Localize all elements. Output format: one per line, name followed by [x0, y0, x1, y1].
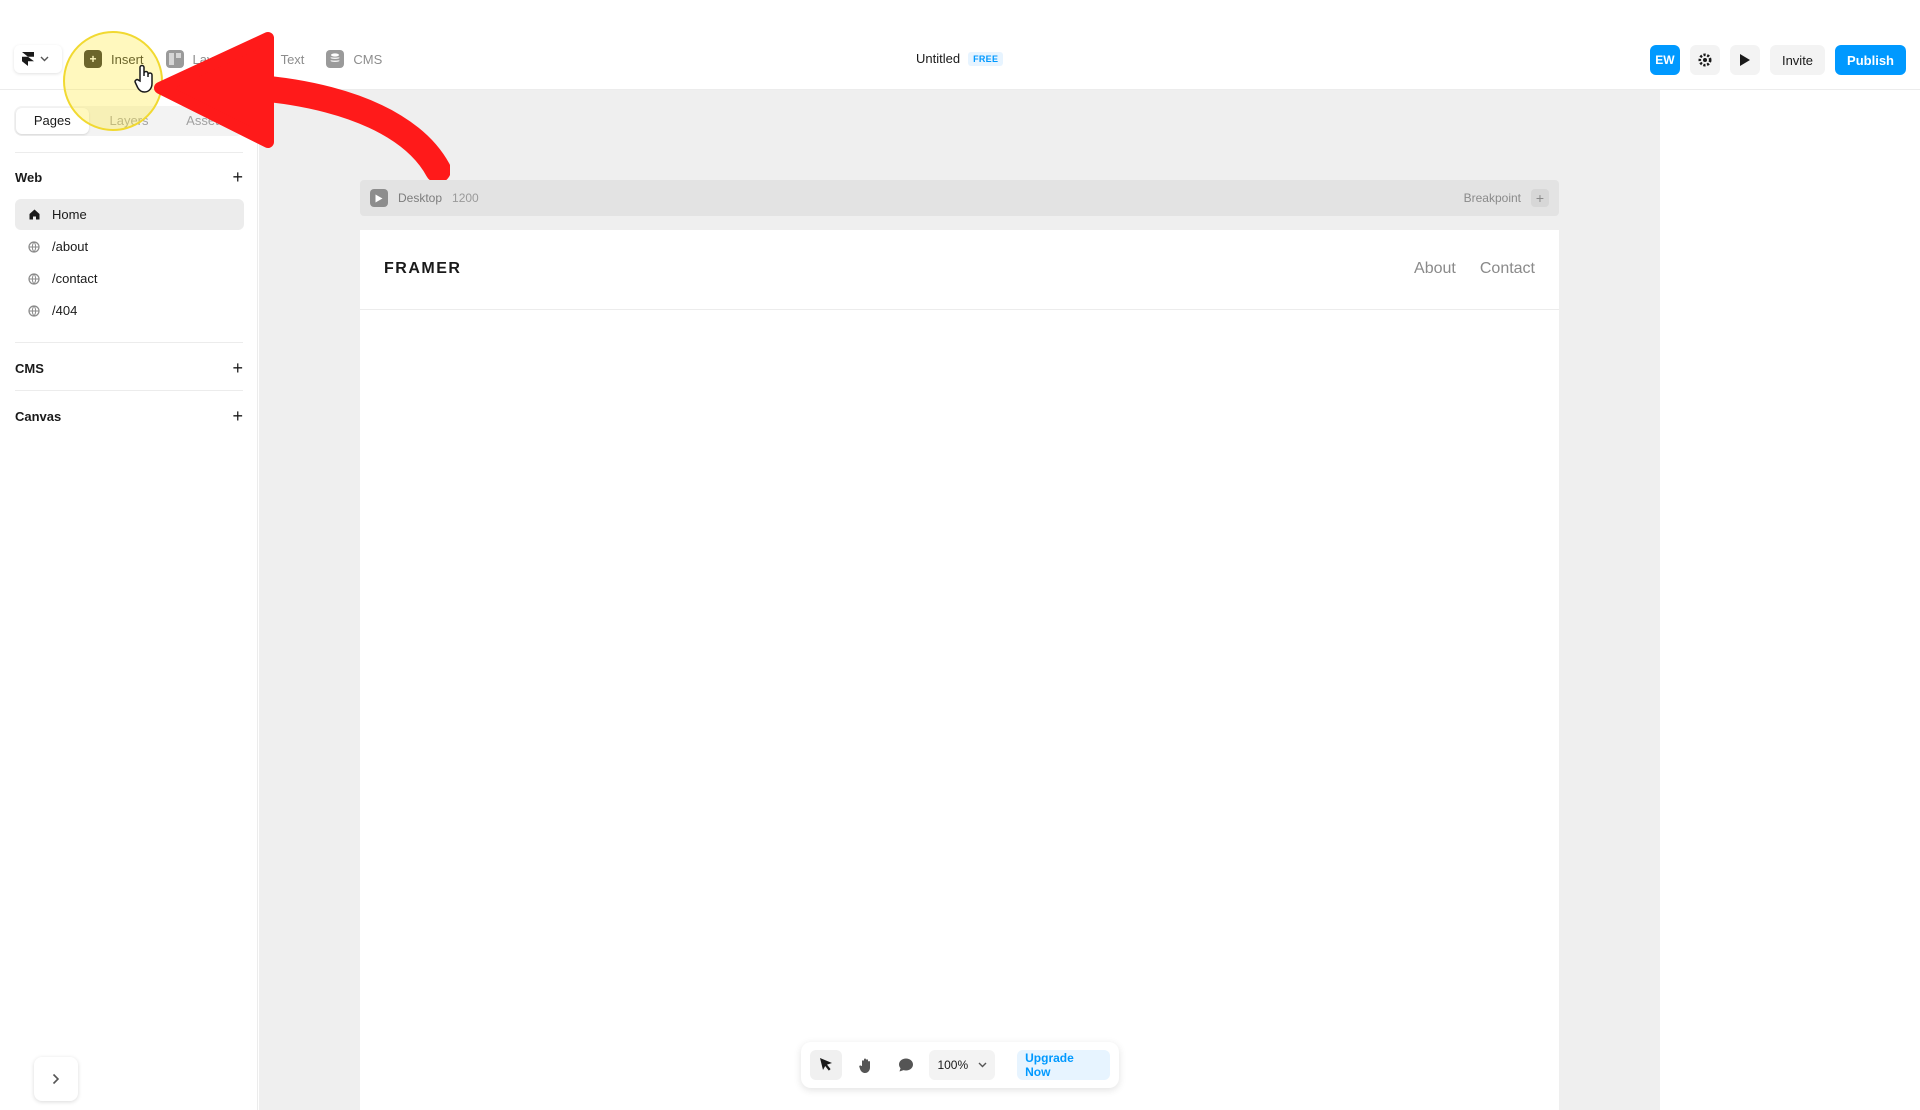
page-item-404[interactable]: /404 — [15, 295, 244, 326]
expand-sidebar-button[interactable] — [34, 1057, 78, 1101]
properties-panel — [1660, 90, 1920, 1110]
page-label: /contact — [52, 271, 98, 286]
page-label: /404 — [52, 303, 78, 318]
nav-link-about[interactable]: About — [1414, 260, 1456, 278]
breakpoint-info: Desktop 1200 — [370, 189, 479, 207]
breakpoint-width: 1200 — [452, 191, 479, 205]
toolbar-right: EW Invite Publish — [1649, 45, 1906, 75]
cursor-icon — [819, 1058, 832, 1071]
play-icon — [375, 194, 383, 202]
divider — [15, 342, 243, 343]
zoom-select[interactable]: 100% — [929, 1050, 996, 1080]
add-collection-button[interactable]: + — [232, 359, 243, 377]
add-canvas-button[interactable]: + — [232, 407, 243, 425]
zoom-value: 100% — [937, 1058, 969, 1072]
preview-breakpoint-button[interactable] — [370, 189, 388, 207]
preview-button[interactable] — [1729, 45, 1760, 75]
framer-app: + Insert Layout T Text CMS Untitled — [0, 0, 1920, 1110]
settings-button[interactable] — [1689, 45, 1720, 75]
add-breakpoint-button[interactable]: + — [1531, 189, 1549, 207]
breakpoint-bar: Desktop 1200 Breakpoint + — [360, 180, 1559, 216]
document-title[interactable]: Untitled — [916, 51, 960, 66]
globe-icon — [28, 240, 40, 253]
canvas-section-header: Canvas + — [15, 407, 243, 425]
chevron-down-icon — [978, 1062, 987, 1068]
framer-logo-icon — [22, 52, 34, 66]
globe-icon — [28, 304, 40, 317]
plan-badge: FREE — [968, 51, 1004, 66]
hand-tool-button[interactable] — [850, 1050, 882, 1080]
user-avatar[interactable]: EW — [1649, 45, 1680, 75]
publish-button[interactable]: Publish — [1835, 45, 1906, 75]
canvas-area[interactable]: Desktop 1200 Breakpoint + FRAMER About C… — [259, 90, 1660, 1110]
web-section-title: Web — [15, 169, 43, 185]
left-sidebar: Pages Layers Assets Web + Home /about /c… — [0, 90, 258, 1110]
bottom-toolbar: 100% Upgrade Now — [801, 1042, 1119, 1088]
page-label: /about — [52, 239, 89, 254]
home-icon — [28, 209, 40, 221]
document-title-area[interactable]: Untitled FREE — [916, 51, 1004, 66]
hand-pointer-icon — [134, 64, 153, 93]
site-logo[interactable]: FRAMER — [384, 260, 461, 278]
framer-menu-button[interactable] — [14, 45, 62, 73]
breakpoint-label: Breakpoint — [1463, 191, 1521, 205]
comment-icon — [898, 1058, 913, 1072]
site-nav-links: About Contact — [1414, 260, 1535, 278]
page-item-about[interactable]: /about — [15, 231, 244, 262]
play-icon — [1739, 54, 1750, 66]
divider — [15, 390, 243, 391]
site-navigation[interactable]: FRAMER About Contact — [360, 230, 1559, 310]
page-label: Home — [52, 207, 87, 222]
page-item-home[interactable]: Home — [15, 199, 244, 230]
desktop-frame[interactable]: FRAMER About Contact — [360, 230, 1559, 1110]
cms-section-header: CMS + — [15, 359, 243, 377]
select-tool-button[interactable] — [810, 1050, 842, 1080]
upgrade-now-button[interactable]: Upgrade Now — [1017, 1050, 1111, 1080]
hand-icon — [858, 1058, 870, 1073]
cms-section-title: CMS — [15, 360, 44, 376]
chevron-down-icon — [40, 56, 49, 62]
gear-icon — [1698, 53, 1712, 67]
breakpoint-name[interactable]: Desktop — [398, 191, 442, 205]
page-item-contact[interactable]: /contact — [15, 263, 244, 294]
chevron-right-icon — [52, 1073, 60, 1085]
canvas-section-title: Canvas — [15, 408, 62, 424]
invite-button[interactable]: Invite — [1769, 45, 1826, 75]
comment-tool-button[interactable] — [890, 1050, 922, 1080]
annotation-arrow — [154, 32, 450, 180]
nav-link-contact[interactable]: Contact — [1480, 260, 1535, 278]
globe-icon — [28, 272, 40, 285]
breakpoint-actions: Breakpoint + — [1464, 189, 1549, 207]
